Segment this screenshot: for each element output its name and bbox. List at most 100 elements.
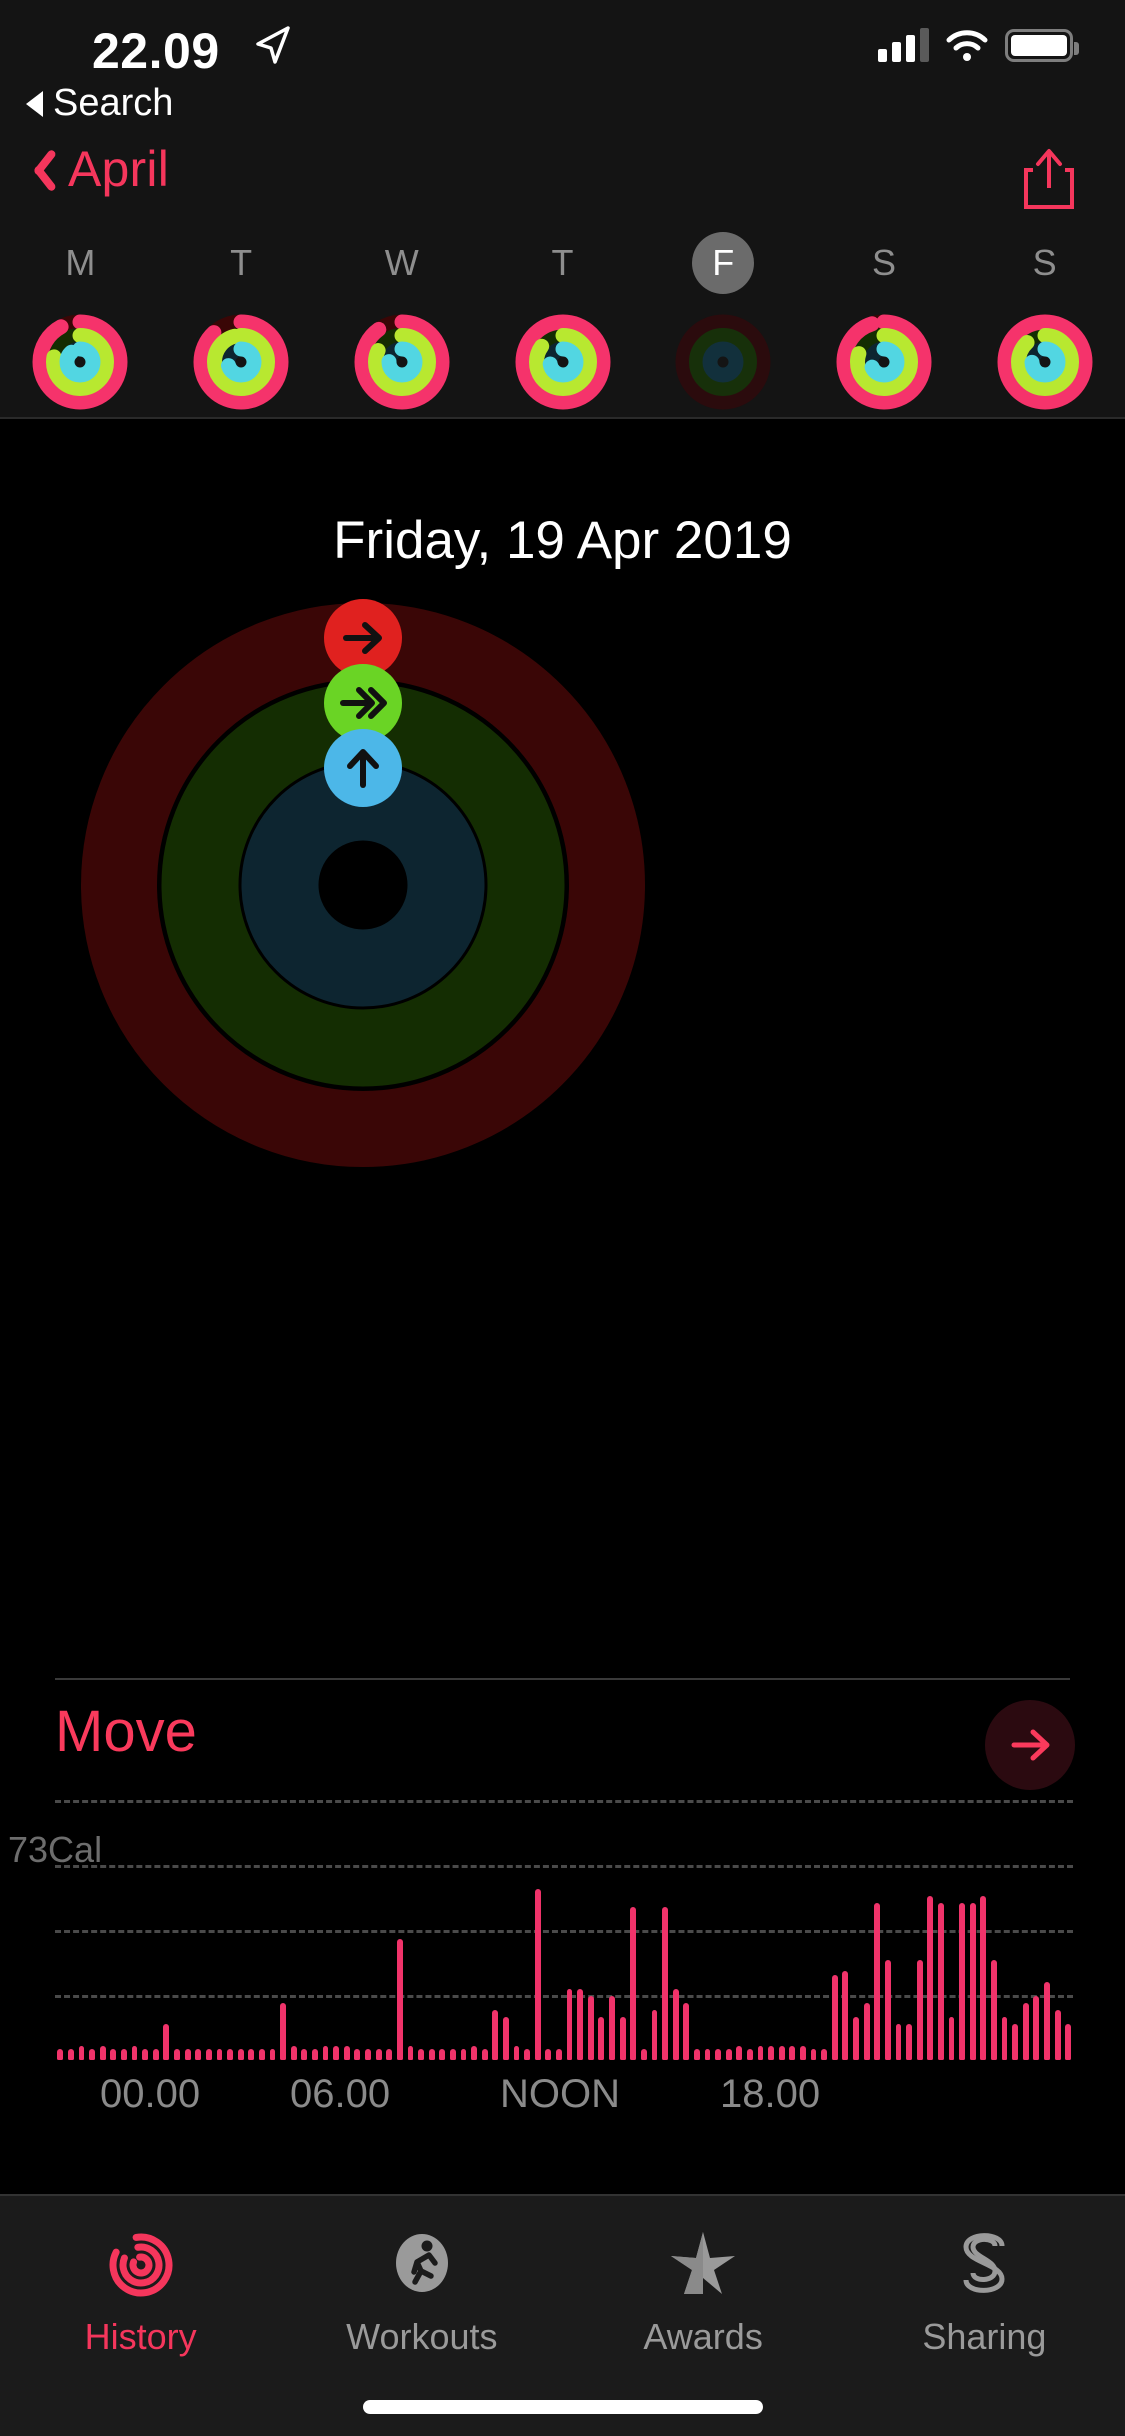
chart-bar[interactable] [1033, 1996, 1039, 2060]
week-day-1[interactable]: T [161, 220, 322, 306]
chart-bar[interactable] [949, 2017, 955, 2060]
chart-bar[interactable] [482, 2049, 488, 2060]
chart-bar[interactable] [959, 1903, 965, 2060]
week-day-0[interactable]: M [0, 220, 161, 306]
chart-bar[interactable] [758, 2046, 764, 2060]
chart-bar[interactable] [163, 2024, 169, 2060]
share-icon[interactable] [1021, 146, 1077, 210]
chart-bar[interactable] [153, 2049, 159, 2060]
chart-bar[interactable] [365, 2049, 371, 2060]
chart-bar[interactable] [386, 2049, 392, 2060]
chart-bar[interactable] [280, 2003, 286, 2060]
chart-bar[interactable] [238, 2049, 244, 2060]
chart-bar[interactable] [439, 2049, 445, 2060]
chart-bar[interactable] [57, 2049, 63, 2060]
week-day-5[interactable]: S [804, 220, 965, 306]
chart-bar[interactable] [641, 2049, 647, 2060]
chart-bar[interactable] [524, 2049, 530, 2060]
chart-bar[interactable] [1012, 2024, 1018, 2060]
chart-bar[interactable] [132, 2046, 138, 2060]
week-day-rings-4[interactable] [643, 306, 804, 418]
chart-bar[interactable] [206, 2049, 212, 2060]
chart-bar[interactable] [789, 2046, 795, 2060]
chart-bar[interactable] [630, 1907, 636, 2060]
chart-bar[interactable] [694, 2049, 700, 2060]
chart-bar[interactable] [450, 2049, 456, 2060]
chart-bar[interactable] [100, 2046, 106, 2060]
chart-bar[interactable] [174, 2049, 180, 2060]
chart-bar[interactable] [588, 1996, 594, 2060]
chart-bar[interactable] [896, 2024, 902, 2060]
week-day-rings-5[interactable] [804, 306, 965, 418]
week-day-2[interactable]: W [321, 220, 482, 306]
chart-bar[interactable] [461, 2049, 467, 2060]
chart-bar[interactable] [333, 2046, 339, 2060]
chart-bar[interactable] [715, 2049, 721, 2060]
activity-rings-large[interactable] [78, 600, 648, 1170]
chart-bar[interactable] [492, 2010, 498, 2060]
week-day-rings-0[interactable] [0, 306, 161, 418]
chart-bar[interactable] [291, 2046, 297, 2060]
chart-bar[interactable] [705, 2049, 711, 2060]
chart-bar[interactable] [864, 2003, 870, 2060]
chart-bar[interactable] [1002, 2017, 1008, 2060]
chart-bar[interactable] [842, 1971, 848, 2060]
chart-bar[interactable] [853, 2017, 859, 2060]
chart-bar[interactable] [980, 1896, 986, 2060]
tab-sharing[interactable]: Sharing [844, 2224, 1125, 2358]
chart-bar[interactable] [1055, 2010, 1061, 2060]
move-bar-chart[interactable] [55, 1800, 1073, 2060]
nav-back-button[interactable]: April [28, 140, 169, 198]
chart-bar[interactable] [227, 2049, 233, 2060]
chart-bar[interactable] [397, 1939, 403, 2060]
chart-bar[interactable] [503, 2017, 509, 2060]
chart-bar[interactable] [79, 2046, 85, 2060]
week-day-4[interactable]: F [643, 220, 804, 306]
chart-bar[interactable] [545, 2049, 551, 2060]
chart-bar[interactable] [248, 2049, 254, 2060]
stand-ring-badge[interactable] [324, 729, 402, 807]
chart-bar[interactable] [991, 1960, 997, 2060]
chart-bar[interactable] [376, 2049, 382, 2060]
chart-bar[interactable] [577, 1989, 583, 2060]
chart-bar[interactable] [970, 1903, 976, 2060]
week-day-3[interactable]: T [482, 220, 643, 306]
chart-bar[interactable] [344, 2046, 350, 2060]
chart-bar[interactable] [354, 2049, 360, 2060]
chart-bar[interactable] [142, 2049, 148, 2060]
chart-bar[interactable] [673, 1989, 679, 2060]
chart-bar[interactable] [1065, 2024, 1071, 2060]
chart-bar[interactable] [535, 1889, 541, 2060]
week-day-rings-6[interactable] [964, 306, 1125, 418]
tab-history[interactable]: History [0, 2224, 281, 2358]
chart-bar[interactable] [927, 1896, 933, 2060]
chart-bar[interactable] [1044, 1982, 1050, 2060]
back-to-search-button[interactable]: Search [26, 82, 173, 125]
chart-bar[interactable] [312, 2049, 318, 2060]
chart-bar[interactable] [121, 2049, 127, 2060]
chart-bar[interactable] [726, 2049, 732, 2060]
chart-bar[interactable] [832, 1975, 838, 2060]
chart-bar[interactable] [652, 2010, 658, 2060]
chart-bar[interactable] [874, 1903, 880, 2060]
chart-bar[interactable] [301, 2049, 307, 2060]
chart-bar[interactable] [195, 2049, 201, 2060]
chart-bar[interactable] [662, 1907, 668, 2060]
chart-bar[interactable] [567, 1989, 573, 2060]
move-detail-button[interactable] [985, 1700, 1075, 1790]
tab-workouts[interactable]: Workouts [281, 2224, 562, 2358]
chart-bar[interactable] [609, 1996, 615, 2060]
chart-bar[interactable] [471, 2046, 477, 2060]
chart-bar[interactable] [683, 2003, 689, 2060]
chart-bar[interactable] [217, 2049, 223, 2060]
tab-awards[interactable]: Awards [563, 2224, 844, 2358]
chart-bar[interactable] [270, 2049, 276, 2060]
chart-bar[interactable] [917, 1960, 923, 2060]
chart-bar[interactable] [938, 1903, 944, 2060]
chart-bar[interactable] [429, 2049, 435, 2060]
chart-bar[interactable] [821, 2049, 827, 2060]
chart-bar[interactable] [768, 2046, 774, 2060]
chart-bar[interactable] [556, 2049, 562, 2060]
chart-bar[interactable] [408, 2046, 414, 2060]
chart-bar[interactable] [747, 2049, 753, 2060]
